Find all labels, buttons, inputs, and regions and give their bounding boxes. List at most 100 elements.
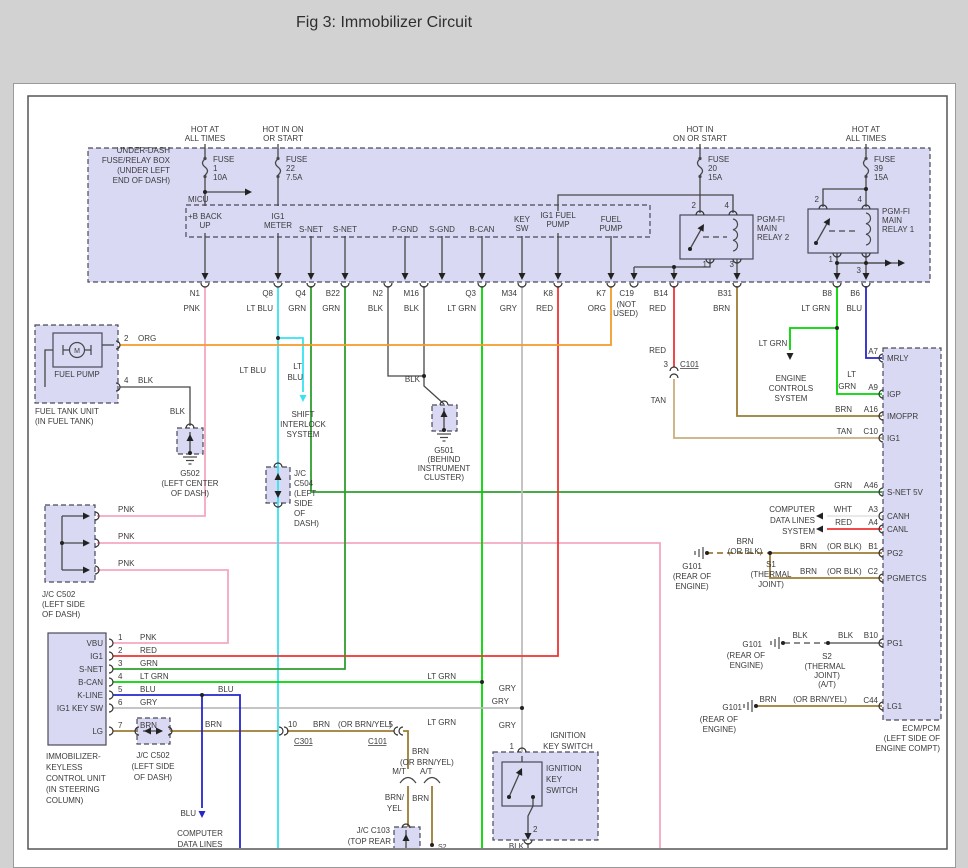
label: PUMP [599,224,622,233]
label: B31 [718,289,733,298]
label: (A/T) [818,680,836,689]
label: S2 [822,652,832,661]
junction-dot [672,265,676,269]
label: +B BACK [188,212,223,221]
label: S-GND [429,225,455,234]
label: M16 [403,289,419,298]
label: SYSTEM [775,394,808,403]
label: S1 [766,560,776,569]
label: K7 [596,289,606,298]
label: HOT IN [687,125,714,134]
label: S-NET 5V [887,488,924,497]
label: MICU [188,195,209,204]
label: PNK [118,532,135,541]
junction-dot [276,336,280,340]
label: (LEFT [294,489,316,498]
junction-dot [864,187,868,191]
label: ON OR START [673,134,727,143]
label: 1 [213,164,218,173]
label: (LEFT SIDE [42,600,85,609]
label: PG1 [887,639,904,648]
label: COMPUTER [769,505,815,514]
label: GRN [834,481,852,490]
label: (THERMAL [805,662,846,671]
label: PNK [118,505,135,514]
junction-dot [531,795,535,799]
label: CONTROL UNIT [46,774,106,783]
label: B14 [654,289,669,298]
label: JOINT) [814,671,840,680]
label: (LEFT SIDE [132,762,175,771]
label: KEY [514,215,531,224]
label: J/C [294,469,306,478]
label: FUSE [213,155,234,164]
label: C44 [863,696,878,705]
label: (OR BRN/YEL) [338,720,392,729]
fuse-dot [203,174,207,179]
label: LT [847,370,856,379]
junction-dot [864,261,868,265]
label: FUSE [286,155,307,164]
label: P-GND [392,225,418,234]
label: FUSE [874,155,895,164]
label: B22 [326,289,341,298]
label: Q8 [262,289,273,298]
junction-dot [480,680,484,684]
label: (BEHIND [428,455,461,464]
label: DATA LINES [177,840,222,849]
label: RED [536,304,553,313]
label: ENGINE COMPT) [876,744,941,753]
junction-dot [520,706,524,710]
junction-dot [203,190,207,194]
label: GRN [838,382,856,391]
label: OF [294,509,305,518]
junction-dot [835,261,839,265]
label: MRLY [887,354,909,363]
junction-dot [442,428,446,432]
label: J/C C502 [136,751,170,760]
label: VBU [87,639,104,648]
label: SW [516,224,529,233]
label: COLUMN) [46,796,84,805]
label: PGMETCS [887,574,927,583]
label: A/T [420,767,433,776]
label: IGNITION [550,731,586,740]
label: B-CAN [470,225,495,234]
label: ALL TIMES [846,134,886,143]
label: 1 [118,633,123,642]
label: BRN [760,695,777,704]
junction-dot [188,451,192,455]
label: OF DASH) [42,610,81,619]
label: CONTROLS [769,384,813,393]
label: ORG [138,334,156,343]
label: (NOT [616,300,636,309]
junction-dot [768,551,772,555]
label: LG [92,727,103,736]
label: 1 [703,260,708,269]
label: END OF DASH) [113,176,171,185]
label: B8 [822,289,832,298]
label: (REAR OF [700,715,738,724]
label: BRN [313,720,330,729]
label: IG1 [272,212,285,221]
label: FUEL PUMP [54,370,100,379]
junction-dot [826,641,830,645]
label: 7 [118,721,123,730]
junction-dot [754,704,758,708]
label: A9 [868,383,878,392]
label: PGM-FI [882,207,910,216]
label: 2 [124,334,129,343]
label: B-CAN [78,678,103,687]
label: BLK [405,375,421,384]
label: BLU [287,373,303,382]
label: LT GRN [427,672,456,681]
label: TAN [651,396,667,405]
label: A7 [868,347,878,356]
label: SYSTEM [782,527,815,536]
label: RED [649,346,666,355]
label: GRN [322,304,340,313]
label: 3 [730,260,735,269]
label: KEY [546,775,563,784]
label: GRY [499,721,517,730]
label: GRN [140,659,158,668]
